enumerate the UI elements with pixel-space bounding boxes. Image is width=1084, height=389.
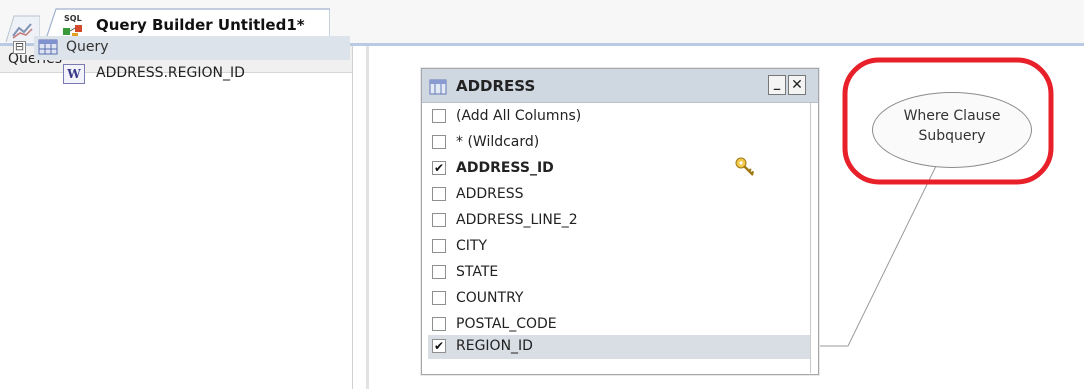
query-grid-icon	[38, 39, 58, 55]
column-row-state[interactable]: STATE	[428, 261, 810, 285]
table-icon	[429, 79, 447, 95]
column-checkbox[interactable]	[432, 213, 446, 227]
svg-text:SQL: SQL	[64, 14, 82, 23]
column-label: REGION_ID	[456, 338, 533, 354]
column-row-country[interactable]: COUNTRY	[428, 287, 810, 311]
column-label: ADDRESS	[456, 186, 524, 202]
column-row-address-line-2[interactable]: ADDRESS_LINE_2	[428, 209, 810, 233]
column-checkbox-checked[interactable]: ✔	[432, 161, 446, 175]
tab-title: Query Builder Untitled1*	[96, 16, 305, 34]
table-titlebar[interactable]: ADDRESS _ ✕	[422, 69, 818, 103]
column-label: POSTAL_CODE	[456, 316, 557, 332]
column-row-wildcard[interactable]: * (Wildcard)	[428, 131, 810, 155]
column-label: ADDRESS_LINE_2	[456, 212, 578, 228]
column-label: ADDRESS_ID	[456, 160, 554, 176]
column-checkbox[interactable]	[432, 265, 446, 279]
primary-key-icon	[735, 157, 755, 176]
column-checkbox[interactable]	[432, 291, 446, 305]
table-name: ADDRESS	[456, 77, 536, 95]
column-checkbox[interactable]	[432, 135, 446, 149]
highlight-ring	[842, 57, 1054, 185]
column-checkbox[interactable]	[432, 109, 446, 123]
column-label: * (Wildcard)	[456, 134, 540, 150]
column-row-address[interactable]: ADDRESS	[428, 183, 810, 207]
column-label: (Add All Columns)	[456, 108, 582, 124]
minimize-button[interactable]: _	[768, 75, 786, 95]
collapse-toggle-icon[interactable]: ⊟	[13, 41, 26, 54]
splitter[interactable]	[366, 46, 369, 389]
tree-item-query-label: Query	[66, 39, 109, 55]
column-checkbox[interactable]	[432, 239, 446, 253]
column-label: COUNTRY	[456, 290, 524, 306]
column-label: CITY	[456, 238, 488, 254]
table-border	[810, 103, 811, 373]
column-checkbox[interactable]	[432, 187, 446, 201]
where-clause-icon: W	[63, 64, 85, 84]
column-checkbox[interactable]	[432, 317, 446, 331]
column-row-add-all[interactable]: (Add All Columns)	[428, 105, 810, 129]
queries-panel: Queries	[0, 46, 353, 389]
close-button[interactable]: ✕	[788, 75, 806, 95]
column-row-city[interactable]: CITY	[428, 235, 810, 259]
column-row-region-id[interactable]: ✔ REGION_ID	[428, 335, 810, 359]
column-checkbox-checked[interactable]: ✔	[432, 339, 446, 353]
connector-line	[818, 163, 938, 347]
tree-item-where-clause[interactable]: ADDRESS.REGION_ID	[96, 65, 245, 81]
column-label: STATE	[456, 264, 499, 280]
column-row-postal-code[interactable]: POSTAL_CODE	[428, 313, 810, 337]
table-window-address[interactable]: ADDRESS _ ✕ (Add All Columns) * (Wildcar…	[421, 68, 819, 375]
